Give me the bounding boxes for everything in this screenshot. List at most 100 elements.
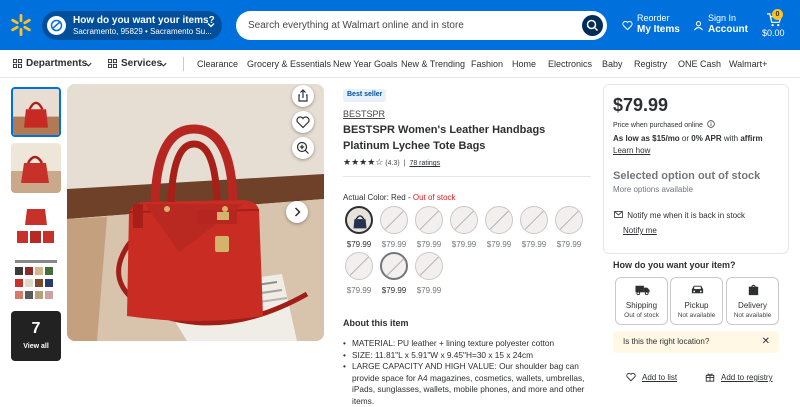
color-value: Red bbox=[391, 193, 406, 202]
notify-me-link[interactable]: Notify me bbox=[623, 226, 657, 235]
departments-menu[interactable]: Departments bbox=[26, 58, 87, 69]
fulfillment-heading: How do you want your item? bbox=[613, 260, 736, 270]
view-all-label: View all bbox=[23, 343, 49, 350]
nav-link-registry[interactable]: Registry bbox=[634, 59, 667, 69]
product-thumbnail-image bbox=[11, 199, 61, 249]
zoom-in-icon bbox=[296, 141, 309, 154]
nav-link-home[interactable]: Home bbox=[512, 59, 536, 69]
rating-divider: | bbox=[403, 160, 406, 167]
unavailable-slash bbox=[523, 207, 547, 232]
location-subtitle: Sacramento, 95829 • Sacramento Su... bbox=[73, 27, 212, 36]
reorder-my-items[interactable]: Reorder My Items bbox=[622, 12, 690, 38]
product-thumbnail-image bbox=[11, 255, 61, 305]
color-swatch[interactable] bbox=[345, 252, 373, 280]
color-swatch[interactable] bbox=[450, 206, 478, 234]
info-icon[interactable] bbox=[707, 120, 715, 128]
favorite-button[interactable] bbox=[292, 111, 314, 133]
ratings-count-link[interactable]: 78 ratings bbox=[409, 160, 440, 167]
nav-link-grocery[interactable]: Grocery & Essentials bbox=[247, 59, 331, 69]
option-name: Pickup bbox=[684, 301, 709, 310]
as-low-prefix: As low as bbox=[613, 134, 653, 143]
color-swatch[interactable] bbox=[380, 206, 408, 234]
color-swatch[interactable] bbox=[415, 252, 443, 280]
chevron-down-icon bbox=[160, 62, 167, 67]
nav-link-new-trending[interactable]: New & Trending bbox=[401, 59, 465, 69]
fulfillment-option-delivery[interactable]: Delivery Not available bbox=[726, 277, 779, 325]
rating-summary: ★★★★☆ (4.3) | 78 ratings bbox=[343, 157, 440, 168]
nav-link-electronics[interactable]: Electronics bbox=[548, 59, 592, 69]
heart-icon bbox=[626, 372, 636, 382]
color-label: Actual Color: bbox=[343, 193, 389, 202]
about-item-bullets: MATERIAL: PU leather + lining texture po… bbox=[343, 338, 593, 407]
nav-link-clearance[interactable]: Clearance bbox=[197, 59, 238, 69]
sign-in-label: Sign In bbox=[708, 13, 737, 23]
color-swatch[interactable] bbox=[415, 206, 443, 234]
location-question-banner: Is this the right location? ✕ bbox=[613, 331, 779, 353]
bullet-item: SIZE: 11.81"L x 5.91"W x 9.45"H=30 x 15 … bbox=[343, 350, 593, 362]
thumbnail-3[interactable] bbox=[11, 199, 61, 249]
mail-icon bbox=[614, 211, 623, 218]
grid-icon bbox=[13, 59, 22, 68]
zoom-button[interactable] bbox=[292, 137, 314, 159]
color-swatch-selected[interactable] bbox=[345, 206, 373, 234]
nav-link-new-year-goals[interactable]: New Year Goals bbox=[333, 59, 398, 69]
delivery-bag-icon bbox=[748, 284, 759, 296]
learn-how-link[interactable]: Learn how bbox=[613, 146, 650, 155]
walmart-spark-logo[interactable] bbox=[9, 13, 33, 37]
financing-offer: As low as $15/mo or 0% APR with affirm bbox=[613, 134, 763, 143]
swatch-bag-image bbox=[347, 208, 371, 232]
product-title: BESTSPR Women's Leather Handbags Platinu… bbox=[343, 124, 546, 152]
share-button[interactable] bbox=[292, 85, 314, 107]
search-input[interactable] bbox=[248, 17, 568, 34]
unavailable-slash bbox=[384, 254, 406, 278]
sign-in-account[interactable]: Sign In Account bbox=[693, 12, 753, 38]
view-all-count: 7 bbox=[31, 320, 41, 337]
thumbnail-2[interactable] bbox=[11, 143, 61, 193]
cart-button[interactable]: 0 $0.00 bbox=[758, 8, 792, 42]
location-title: How do you want your items? bbox=[73, 15, 215, 26]
services-menu[interactable]: Services bbox=[121, 58, 162, 69]
thumbnail-1[interactable] bbox=[11, 87, 61, 137]
color-swatch[interactable] bbox=[555, 206, 583, 234]
view-all-images-button[interactable]: 7 View all bbox=[11, 311, 61, 361]
color-swatch-current[interactable] bbox=[380, 252, 408, 280]
selected-option-status: Selected option out of stock bbox=[613, 170, 761, 182]
thumbnail-4[interactable] bbox=[11, 255, 61, 305]
unavailable-slash bbox=[418, 253, 442, 278]
color-swatch[interactable] bbox=[485, 206, 513, 234]
star-rating-icon: ★★★★☆ bbox=[343, 157, 384, 167]
search-button[interactable] bbox=[582, 15, 603, 36]
user-icon bbox=[693, 21, 704, 31]
swatch-price: $79.99 bbox=[381, 240, 407, 249]
swatch-price: $79.99 bbox=[416, 286, 442, 295]
gift-icon bbox=[705, 373, 715, 382]
add-to-registry-button[interactable]: Add to registry bbox=[705, 372, 773, 382]
nav-link-fashion[interactable]: Fashion bbox=[471, 59, 503, 69]
swatch-price: $79.99 bbox=[381, 286, 407, 295]
rating-value: (4.3) bbox=[385, 160, 400, 167]
account-label: Account bbox=[708, 24, 748, 35]
close-icon[interactable]: ✕ bbox=[762, 336, 770, 347]
option-status: Not available bbox=[677, 312, 716, 319]
notify-message: Notify me when it is back in stock bbox=[614, 211, 745, 220]
out-of-stock-label: Out of stock bbox=[412, 193, 456, 202]
color-swatch[interactable] bbox=[520, 206, 548, 234]
location-picker[interactable]: How do you want your items? Sacramento, … bbox=[42, 11, 222, 40]
next-image-button[interactable] bbox=[286, 201, 308, 223]
search-bar bbox=[236, 11, 607, 40]
location-question-text[interactable]: Is this the right location? bbox=[623, 337, 709, 346]
fulfillment-option-shipping[interactable]: Shipping Out of stock bbox=[615, 277, 668, 325]
nav-link-baby[interactable]: Baby bbox=[602, 59, 623, 69]
nav-link-one-cash[interactable]: ONE Cash bbox=[678, 59, 721, 69]
car-icon bbox=[691, 285, 704, 294]
brand-link[interactable]: BESTSPR bbox=[343, 109, 385, 119]
heart-icon bbox=[296, 116, 310, 129]
fulfillment-option-pickup[interactable]: Pickup Not available bbox=[670, 277, 723, 325]
unavailable-slash bbox=[453, 207, 477, 232]
bullet-item: LARGE CAPACITY AND HIGH VALUE: Our shoul… bbox=[343, 361, 593, 407]
add-to-list-button[interactable]: Add to list bbox=[626, 372, 677, 382]
affirm-logo: affirm bbox=[740, 134, 763, 143]
chevron-down-icon bbox=[85, 62, 92, 67]
swatch-price: $79.99 bbox=[486, 240, 512, 249]
nav-link-walmart-plus[interactable]: Walmart+ bbox=[729, 59, 767, 69]
